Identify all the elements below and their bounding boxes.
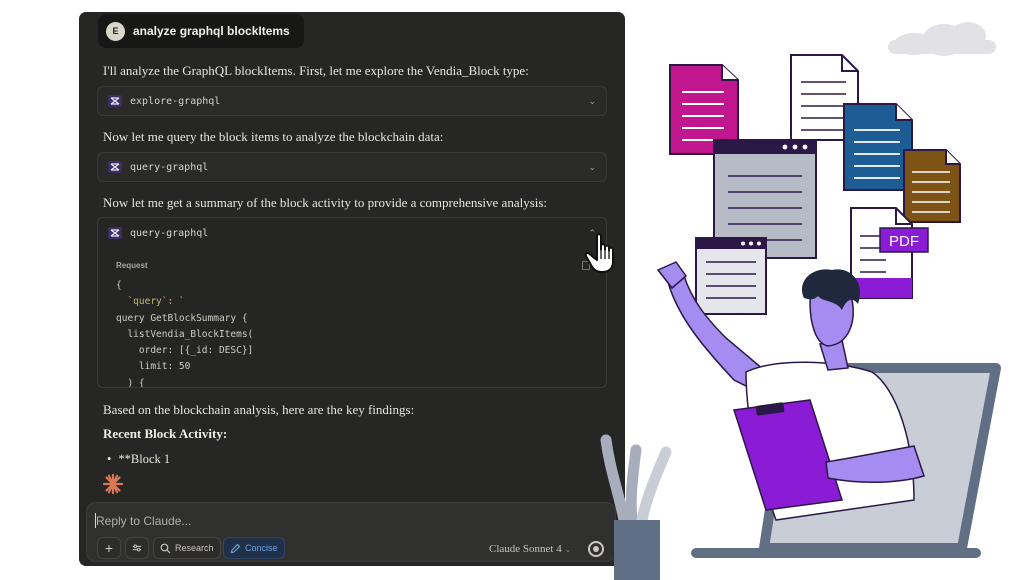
pdf-label: PDF [889,233,919,250]
request-label: Request [116,261,148,270]
request-code: { `query`: ` query GetBlockSummary { list… [116,278,254,388]
tool-call-header[interactable]: query-graphql ⌃ [98,218,606,248]
tools-button[interactable] [125,537,149,559]
findings-heading: Recent Block Activity: [103,426,228,441]
tool-call-query-2-expanded: query-graphql ⌃ Request { `query`: ` quer… [97,217,607,388]
browser-window-icon [695,237,767,315]
illustration-person-documents: PDF [600,22,1001,580]
research-icon [160,543,171,553]
assistant-message-1: I'll analyze the GraphQL blockItems. Fir… [103,63,529,78]
tool-call-explore[interactable]: explore-graphql ⌄ [97,86,607,116]
document-icon [843,103,913,191]
model-selector[interactable]: Claude Sonnet 4 ⌄ [489,543,571,555]
add-button[interactable]: + [97,537,121,559]
graphql-icon [108,227,122,239]
tool-name: query-graphql [130,227,209,239]
code-line: { [116,280,122,291]
code-line: order: [{_id: DESC}] [116,345,254,357]
chevron-down-icon: ⌄ [564,545,572,554]
plus-icon: + [104,540,114,556]
code-line: `query`: ` [116,296,185,308]
code-line: limit: 50 [116,361,191,373]
model-label: Claude Sonnet 4 [489,543,562,555]
assistant-message-2: Now let me query the block items to anal… [103,129,444,144]
pen-icon [230,543,241,553]
user-message: E analyze graphql blockItems [98,14,304,48]
user-message-text: analyze graphql blockItems [133,24,290,38]
code-line: ) { [116,377,145,388]
concise-style-button[interactable]: Concise [223,537,285,559]
tool-name: explore-graphql [130,95,221,107]
reply-input[interactable]: Reply to Claude... [96,514,191,528]
sliders-icon [132,544,142,552]
graphql-icon [108,161,122,173]
chevron-down-icon[interactable]: ⌄ [588,162,596,173]
code-line: listVendia_BlockItems( [116,328,254,340]
research-label: Research [175,543,214,553]
graphql-icon [108,95,122,107]
cloud-icon [888,22,996,56]
chevron-down-icon[interactable]: ⌄ [588,96,596,107]
assistant-message-4: Based on the blockchain analysis, here a… [103,402,415,417]
research-button[interactable]: Research [153,537,221,559]
plant-illustration [600,434,672,580]
claude-spark-icon [103,474,123,494]
tool-call-query-1[interactable]: query-graphql ⌄ [97,152,607,182]
code-line: query GetBlockSummary { [116,312,248,324]
document-icon [903,149,961,223]
user-avatar: E [106,21,125,41]
tool-name: query-graphql [130,161,209,173]
findings-bullet: **Block 1 [107,452,170,467]
chat-window: E analyze graphql blockItems I'll analyz… [79,12,625,566]
reply-composer: Reply to Claude... + Research Concise Cl… [86,502,616,562]
assistant-message-3: Now let me get a summary of the block ac… [103,195,548,210]
concise-label: Concise [245,543,278,553]
